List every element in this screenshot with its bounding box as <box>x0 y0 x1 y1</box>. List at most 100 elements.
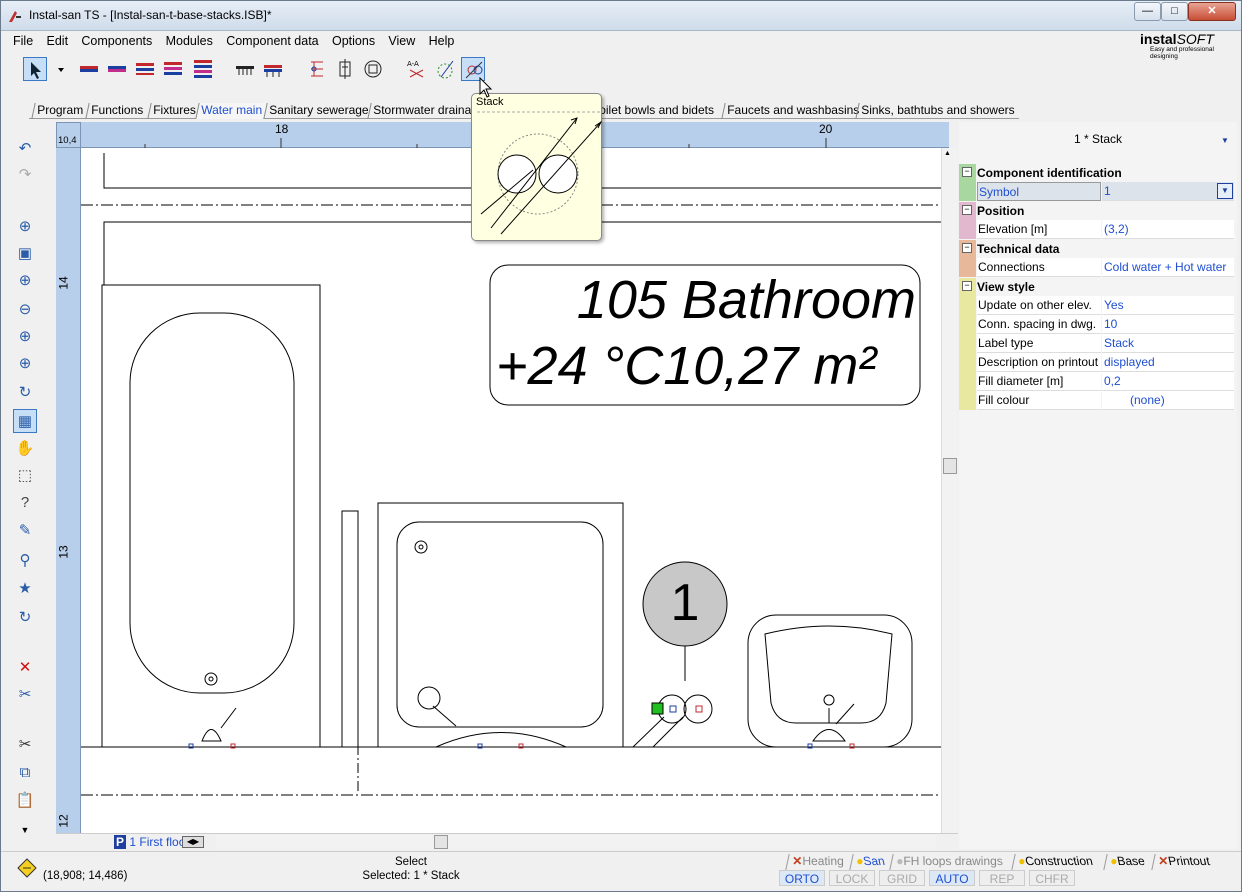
toggle-auto[interactable]: AUTO <box>929 870 975 886</box>
menu-edit[interactable]: Edit <box>47 34 69 48</box>
tab-program[interactable]: Program <box>31 103 88 119</box>
tab-faucets[interactable]: Faucets and washbasins <box>721 103 864 119</box>
horizontal-scroll-thumb[interactable] <box>434 835 448 849</box>
pen-icon: ✎ <box>18 522 32 539</box>
vertical-scrollbar[interactable]: ▲ <box>941 148 958 833</box>
tab-water-main[interactable]: Water main <box>195 103 267 119</box>
module-tab-printout[interactable]: ✕Printout <box>1151 854 1212 870</box>
zoom-out-button[interactable]: ⊖ <box>13 298 37 322</box>
delete-button[interactable]: ✕ <box>13 656 37 680</box>
module-tab-heating[interactable]: ✕Heating <box>785 854 846 870</box>
menu-options[interactable]: Options <box>332 34 375 48</box>
minimize-button[interactable]: — <box>1134 2 1161 21</box>
floor-nav-button[interactable]: ◀▶ <box>182 836 204 848</box>
select-arrow-button[interactable] <box>23 57 47 81</box>
toggle-rep[interactable]: REP <box>979 870 1025 886</box>
section-ab-button[interactable]: A-A <box>405 57 429 81</box>
property-conn-spacing[interactable]: Conn. spacing in dwg. 10 <box>959 315 1234 334</box>
group-view-style[interactable]: − View style <box>959 278 1234 296</box>
toolbar-more-button[interactable]: ▼ <box>13 818 37 842</box>
tab-sanitary-sewerage[interactable]: Sanitary sewerage <box>263 103 374 119</box>
menu-modules[interactable]: Modules <box>166 34 213 48</box>
menu-components[interactable]: Components <box>81 34 152 48</box>
property-connections[interactable]: Connections Cold water + Hot water <box>959 258 1234 277</box>
draw-pen-button[interactable]: ✎ <box>13 519 37 543</box>
select-query-button[interactable]: ? <box>13 491 37 515</box>
zoom-plus-button[interactable]: ⊕ <box>13 269 37 293</box>
redo-button[interactable]: ↷ <box>13 163 37 187</box>
property-fill-colour[interactable]: Fill colour (none) <box>959 391 1234 410</box>
toggle-orto[interactable]: ORTO <box>779 870 825 886</box>
pipe-double-button[interactable] <box>133 57 157 81</box>
drawing-canvas[interactable]: 105 Bathroom +24 °C10,27 m² 1 <box>81 148 941 833</box>
group-view-style-label: View style <box>977 280 1035 294</box>
break-pipe-button[interactable]: ✂ <box>13 683 37 707</box>
pan-button[interactable]: ✋ <box>13 437 37 461</box>
pipe-cold-button[interactable] <box>77 57 101 81</box>
menu-view[interactable]: View <box>388 34 415 48</box>
module-tab-construction[interactable]: ●Construction <box>1011 854 1095 870</box>
select-window-button[interactable]: ⬚ <box>13 464 37 488</box>
pipe-hot-button[interactable] <box>105 57 129 81</box>
flashlight-button[interactable]: ⚲ <box>13 549 37 573</box>
riser-button[interactable] <box>305 57 329 81</box>
zoom-previous-button[interactable]: ↻ <box>13 381 37 405</box>
pipe-triple-button[interactable] <box>161 57 185 81</box>
properties-dropdown-icon[interactable]: ▼ <box>1221 136 1229 145</box>
group-position[interactable]: − Position <box>959 202 1234 220</box>
zoom-in-button[interactable]: ⊕ <box>13 215 37 239</box>
close-button[interactable]: ✕ <box>1188 2 1236 21</box>
paste-button[interactable]: 📋 <box>13 789 37 813</box>
tab-toilet-bowls[interactable]: Toilet bowls and bidets <box>587 103 719 119</box>
floor-tab[interactable]: P 1 First floor <box>114 835 189 850</box>
pipe-quad-button[interactable] <box>191 57 215 81</box>
symbol-dropdown-button[interactable]: ▼ <box>1217 183 1233 199</box>
toggle-chfr[interactable]: CHFR <box>1029 870 1075 886</box>
app-window: Instal-san TS - [Instal-san-t-base-stack… <box>0 0 1242 892</box>
select-dropdown-button[interactable] <box>49 57 64 81</box>
zoom-all-button[interactable]: ⊕ <box>13 325 37 349</box>
copy-button[interactable]: ⧉ <box>13 761 37 785</box>
maximize-button[interactable]: □ <box>1161 2 1188 21</box>
horizontal-scrollbar[interactable] <box>216 835 936 849</box>
manifold-colored-button[interactable] <box>261 57 285 81</box>
property-symbol[interactable]: Symbol 1 ▼ <box>959 182 1234 201</box>
zoom-extents-icon: ⊕ <box>18 355 32 372</box>
stack-edit-button[interactable] <box>433 57 457 81</box>
pipe-quad-icon <box>194 60 212 78</box>
tab-fixtures[interactable]: Fixtures <box>147 103 201 119</box>
property-label-type[interactable]: Label type Stack <box>959 334 1234 353</box>
scroll-up-icon[interactable]: ▲ <box>944 150 951 157</box>
menu-component-data[interactable]: Component data <box>226 34 318 48</box>
meter-button[interactable] <box>361 57 385 81</box>
tab-stormwater-drainage[interactable]: Stormwater drainage <box>367 103 475 119</box>
module-tab-base[interactable]: ●Base <box>1103 854 1147 870</box>
refresh-3d-button[interactable]: ↻ <box>13 606 37 630</box>
manifold-button[interactable] <box>233 57 257 81</box>
main-toolbar: A-A <box>11 55 531 85</box>
vertical-scroll-thumb[interactable] <box>943 458 957 474</box>
zoom-window-button[interactable]: ▣ <box>13 242 37 266</box>
toggle-grid[interactable]: GRID <box>879 870 925 886</box>
undo-button[interactable]: ↶ <box>13 137 37 161</box>
manifold-colored-icon <box>264 65 282 77</box>
cut-button[interactable]: ✂ <box>13 733 37 757</box>
flashlight-highlight-button[interactable]: ★ <box>13 577 37 601</box>
module-tab-san[interactable]: ●San <box>849 854 887 870</box>
module-tab-fh-loops[interactable]: ●FH loops drawings <box>889 854 1005 870</box>
property-update-other-elev[interactable]: Update on other elev. Yes <box>959 296 1234 315</box>
property-description-printout[interactable]: Description on printout displayed <box>959 353 1234 372</box>
toggle-lock[interactable]: LOCK <box>829 870 875 886</box>
menu-help[interactable]: Help <box>429 34 455 48</box>
tab-functions[interactable]: Functions <box>85 103 148 119</box>
tab-sinks[interactable]: Sinks, bathtubs and showers <box>855 103 1020 119</box>
group-component-identification[interactable]: − Component identification <box>959 164 1234 182</box>
zoom-extents-button[interactable]: ⊕ <box>13 352 37 376</box>
property-elevation[interactable]: Elevation [m] (3,2) <box>959 220 1234 239</box>
group-technical-data[interactable]: − Technical data <box>959 240 1234 258</box>
property-fill-diameter[interactable]: Fill diameter [m] 0,2 <box>959 372 1234 391</box>
properties-view-button[interactable]: ▦ <box>13 409 37 433</box>
ruler-corner: 10,4 <box>56 122 81 148</box>
valve-button[interactable] <box>333 57 357 81</box>
menu-file[interactable]: File <box>13 34 33 48</box>
